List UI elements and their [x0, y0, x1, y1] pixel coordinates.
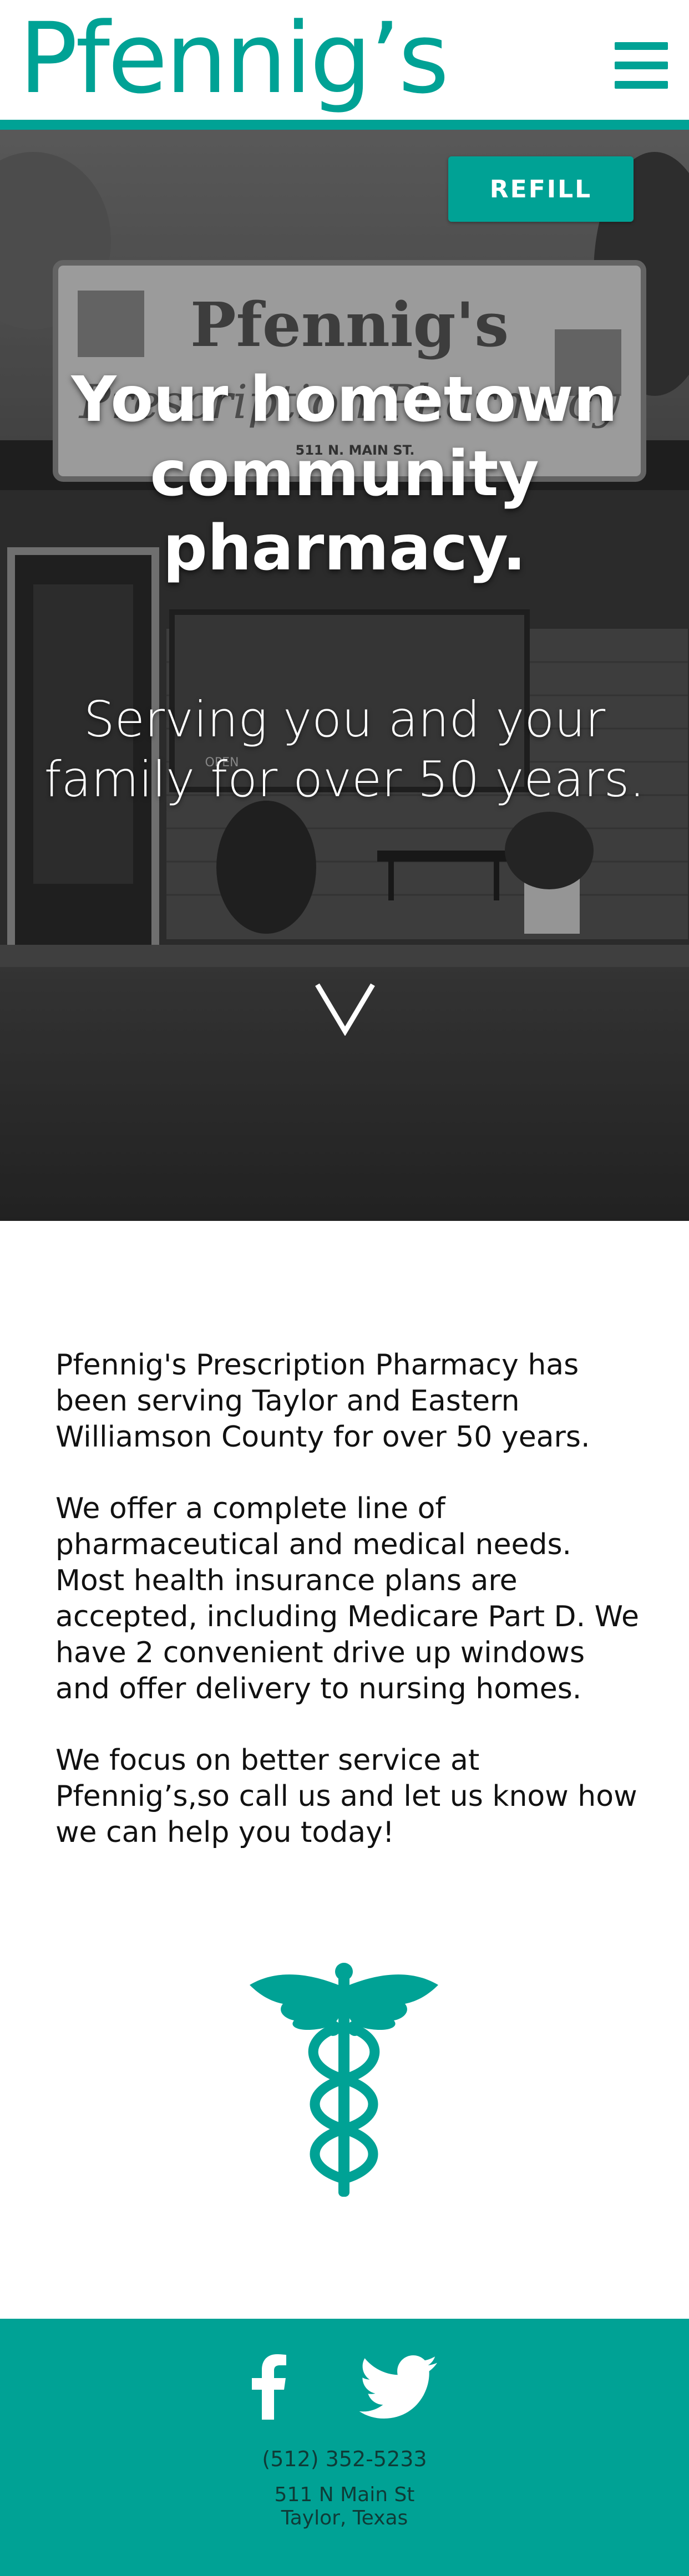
phone-number[interactable]: (512) 352-5233 [0, 2445, 689, 2473]
hero-title: Your hometown community pharmacy. [71, 364, 618, 584]
about-paragraph: We offer a complete line of pharmaceutic… [55, 1492, 640, 1706]
about-paragraph: We focus on better service at Pfennig’s,… [55, 1744, 637, 1849]
chevron-down-icon[interactable] [314, 980, 376, 1036]
twitter-icon[interactable] [359, 2355, 437, 2419]
refill-button[interactable]: REFILL [448, 156, 634, 222]
site-logo[interactable]: Pfennig’s [19, 3, 449, 114]
site-footer: (512) 352-5233 511 N Main St Taylor, Tex… [0, 2319, 689, 2576]
about-section: Pfennig's Prescription Pharmacy has been… [55, 1347, 644, 1886]
about-paragraph: Pfennig's Prescription Pharmacy has been… [55, 1348, 590, 1454]
hero-section: Pfennig's Prescription Pharmacy 511 N. M… [0, 130, 689, 1221]
hero-subtitle: Serving you and your family for over 50 … [44, 691, 645, 808]
address-line-1: 511 N Main St [274, 2483, 415, 2506]
site-header: Pfennig’s [0, 0, 689, 130]
caduceus-icon [250, 1963, 438, 2197]
hamburger-menu-icon[interactable] [615, 42, 668, 89]
address-line-2: Taylor, Texas [281, 2507, 408, 2529]
header-divider [0, 120, 689, 130]
storefront-photo: Pfennig's Prescription Pharmacy 511 N. M… [0, 130, 689, 1221]
facebook-icon[interactable] [249, 2353, 288, 2420]
